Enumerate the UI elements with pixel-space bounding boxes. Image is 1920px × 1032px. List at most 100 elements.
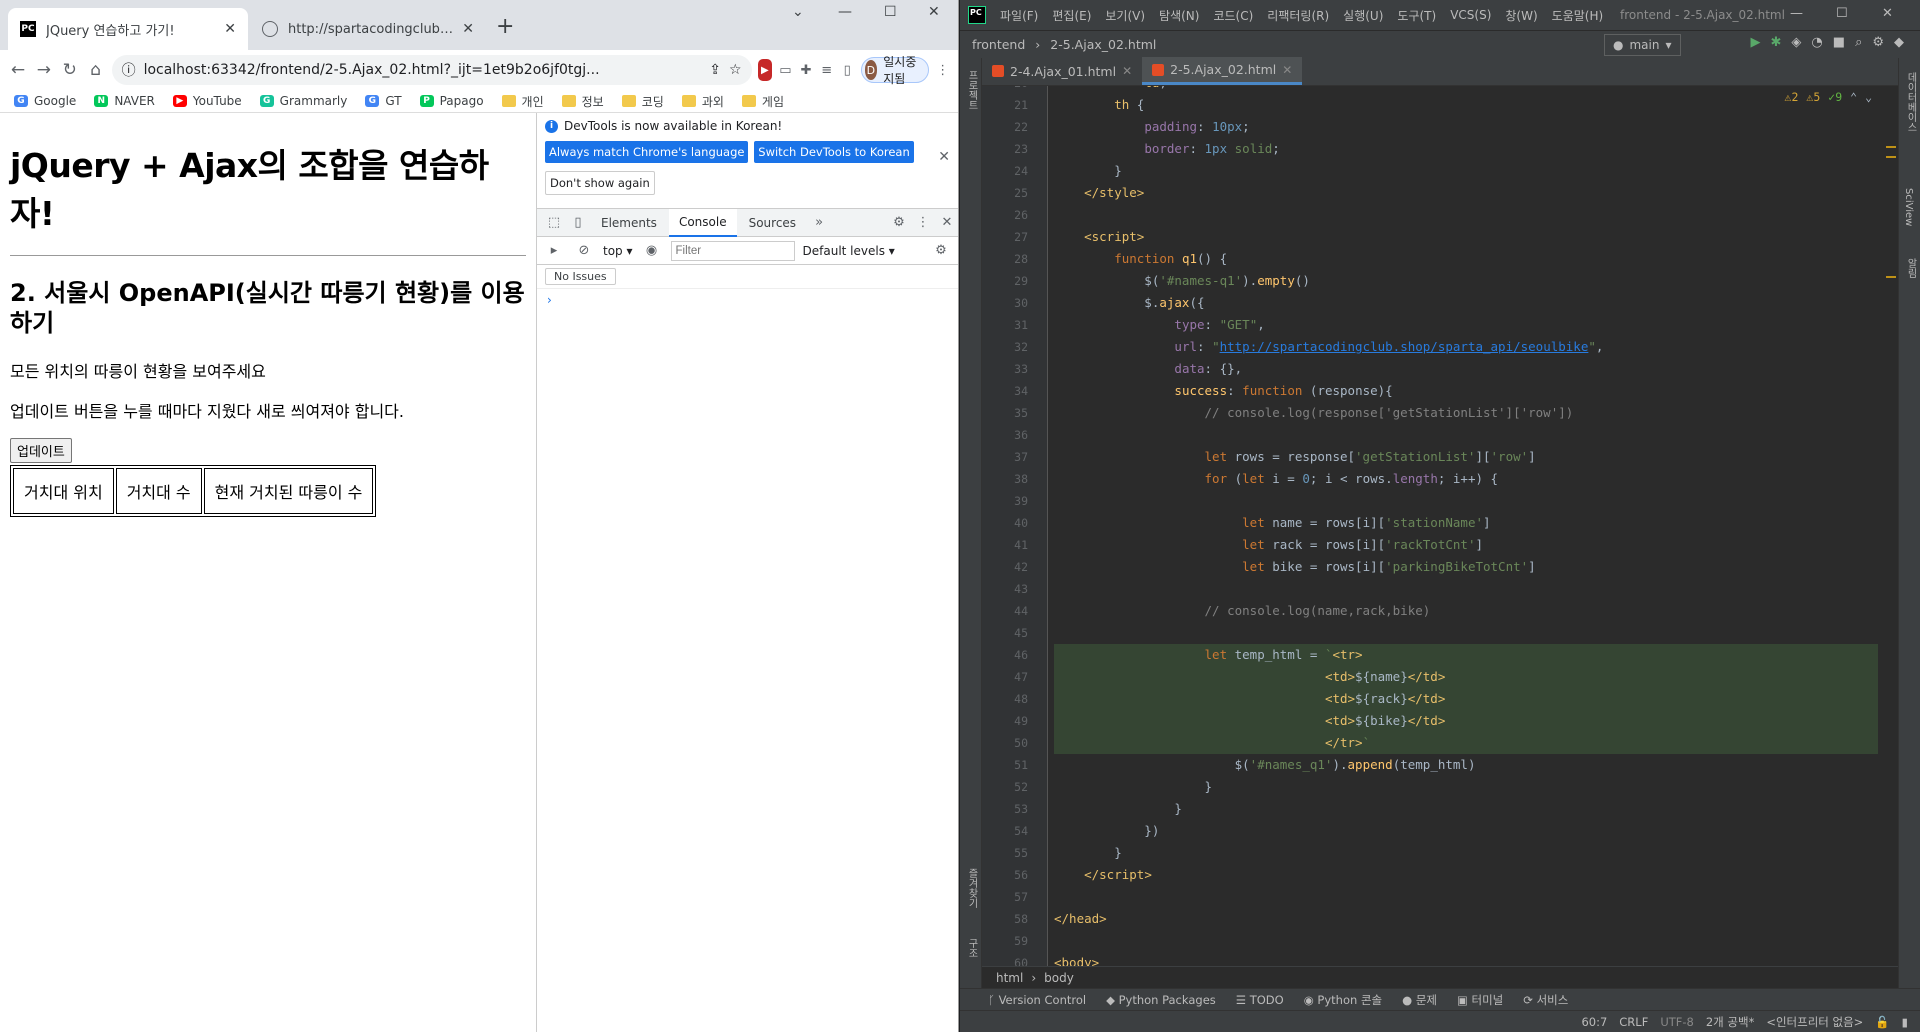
bookmark-item[interactable]: N NAVER <box>94 94 155 108</box>
profile-run-icon[interactable]: ◔ <box>1811 35 1822 50</box>
issues-button[interactable]: No Issues <box>545 268 616 285</box>
coverage-icon[interactable]: ◈ <box>1791 35 1801 50</box>
database-tool-label[interactable]: 데이터베이스 <box>1903 72 1918 132</box>
settings-gear-icon[interactable]: ⚙ <box>1872 35 1884 50</box>
console-filter-input[interactable] <box>670 240 795 261</box>
reading-list-icon[interactable]: ≡ <box>819 59 834 81</box>
interpreter-status[interactable]: <인터프리터 없음> <box>1766 1014 1863 1030</box>
menu-item[interactable]: 편집(E) <box>1052 7 1091 24</box>
tool-window-button[interactable]: ◆ Python Packages <box>1106 993 1216 1007</box>
tool-window-button[interactable]: ⟳ 서비스 <box>1523 992 1568 1008</box>
site-info-icon[interactable]: ⓘ <box>122 60 136 80</box>
notifications-tool-label[interactable]: 알림 <box>1903 258 1918 278</box>
menu-item[interactable]: 파일(F) <box>1000 7 1038 24</box>
indent-setting[interactable]: 2개 공백* <box>1706 1014 1754 1030</box>
tab-jquery-practice[interactable]: PC JQuery 연습하고 가기! ✕ <box>8 8 248 50</box>
menu-item[interactable]: 탐색(N) <box>1159 7 1199 24</box>
menu-item[interactable]: 도구(T) <box>1397 7 1436 24</box>
context-select[interactable]: top ▾ <box>603 244 633 258</box>
editor-tab-ajax01[interactable]: 2-4.Ajax_01.html ✕ <box>982 57 1142 85</box>
side-panel-icon[interactable]: ▯ <box>840 59 855 81</box>
bookmark-item[interactable]: 코딩 <box>621 93 664 110</box>
new-tab-button[interactable]: + <box>496 14 514 39</box>
nav-file[interactable]: 2-5.Ajax_02.html <box>1050 37 1156 52</box>
more-tabs-icon[interactable]: » <box>808 212 830 234</box>
tool-window-button[interactable]: ▣ 터미널 <box>1457 992 1503 1008</box>
match-language-button[interactable]: Always match Chrome's language <box>545 141 749 163</box>
menu-kebab-icon[interactable]: ⋮ <box>935 59 950 81</box>
close-tab-icon[interactable]: ✕ <box>1122 64 1132 78</box>
menu-item[interactable]: 실행(U) <box>1343 7 1383 24</box>
minimize-button[interactable]: — <box>838 4 852 20</box>
editor-tab-ajax02[interactable]: 2-5.Ajax_02.html ✕ <box>1142 57 1303 85</box>
profile-button[interactable]: D 일시중지됨 <box>860 55 930 86</box>
bookmark-item[interactable]: 게임 <box>741 93 784 110</box>
clear-console-icon[interactable]: ⊘ <box>573 240 595 262</box>
tab-elements[interactable]: Elements <box>591 209 667 237</box>
live-expression-eye-icon[interactable]: ◉ <box>641 240 663 262</box>
editor-scrollbar[interactable] <box>1886 86 1896 966</box>
close-window-button[interactable]: ✕ <box>928 4 940 20</box>
caret-position[interactable]: 60:7 <box>1581 1015 1607 1029</box>
menu-item[interactable]: 보기(V) <box>1105 7 1145 24</box>
dont-show-again-button[interactable]: Don't show again <box>545 171 655 195</box>
reload-icon[interactable]: ↻ <box>60 55 80 85</box>
forward-arrow-icon[interactable]: → <box>34 55 54 85</box>
project-tool-label[interactable]: 프로젝트 <box>964 70 979 110</box>
console-prompt[interactable]: › <box>537 289 958 311</box>
inspect-element-icon[interactable]: ⬚ <box>543 212 565 234</box>
favorites-tool-label[interactable]: 즐겨찾기 <box>964 868 979 908</box>
run-config-select[interactable]: ● main ▾ <box>1604 34 1681 56</box>
device-toolbar-icon[interactable]: ▯ <box>567 212 589 234</box>
menu-item[interactable]: 창(W) <box>1505 7 1537 24</box>
menu-item[interactable]: 도움말(H) <box>1552 7 1604 24</box>
bookmark-item[interactable]: P Papago <box>419 94 484 108</box>
maximize-button[interactable]: ☐ <box>884 4 897 20</box>
bookmark-item[interactable]: 과외 <box>681 93 724 110</box>
sidebar-toggle-icon[interactable]: ▸ <box>543 240 565 262</box>
tool-window-button[interactable]: ☰ TODO <box>1236 993 1284 1007</box>
stop-icon[interactable]: ■ <box>1833 35 1845 50</box>
cast-icon[interactable]: ▭ <box>778 59 793 81</box>
bookmark-item[interactable]: G Grammarly <box>259 94 347 108</box>
close-tab-icon[interactable]: ✕ <box>224 21 236 37</box>
nav-project[interactable]: frontend <box>972 37 1025 52</box>
debug-icon[interactable]: ✱ <box>1771 35 1782 50</box>
home-icon[interactable]: ⌂ <box>86 55 106 85</box>
tool-window-button[interactable]: ● 문제 <box>1402 992 1437 1008</box>
bookmark-item[interactable]: G GT <box>365 94 402 108</box>
structure-tool-label[interactable]: 구조 <box>964 938 979 958</box>
memory-indicator-icon[interactable]: ▮ <box>1902 1015 1908 1029</box>
menu-item[interactable]: 코드(C) <box>1213 7 1253 24</box>
close-window-button[interactable]: ✕ <box>1882 6 1893 21</box>
maximize-button[interactable]: ☐ <box>1836 6 1848 21</box>
tab-sources[interactable]: Sources <box>739 209 806 237</box>
tool-window-button[interactable]: ᚴ Version Control <box>988 993 1086 1007</box>
menu-item[interactable]: 리팩터링(R) <box>1267 7 1329 24</box>
log-levels-select[interactable]: Default levels ▾ <box>803 244 895 258</box>
console-settings-gear-icon[interactable]: ⚙ <box>930 240 952 262</box>
back-arrow-icon[interactable]: ← <box>8 55 28 85</box>
minimize-button[interactable]: — <box>1790 6 1803 21</box>
close-tab-icon[interactable]: ✕ <box>462 21 474 37</box>
close-devtools-icon[interactable]: ✕ <box>936 212 958 234</box>
lock-icon[interactable]: 🔓 <box>1875 1015 1889 1029</box>
share-icon[interactable]: ⇪ <box>709 62 721 78</box>
run-icon[interactable]: ▶ <box>1751 35 1761 50</box>
bookmark-item[interactable]: G Google <box>14 94 76 108</box>
extension-red-icon[interactable]: ▶ <box>757 59 773 81</box>
bookmark-item[interactable]: ▶ YouTube <box>172 94 242 108</box>
tab-sparta-api[interactable]: http://spartacodingclub.shop/sp ✕ <box>250 8 486 50</box>
extensions-puzzle-icon[interactable]: ✚ <box>799 59 814 81</box>
bookmark-star-icon[interactable]: ☆ <box>729 62 742 78</box>
update-button[interactable]: 업데이트 <box>10 438 72 463</box>
file-encoding[interactable]: UTF-8 <box>1660 1015 1694 1029</box>
more-options-icon[interactable]: ⋮ <box>912 212 934 234</box>
menu-item[interactable]: VCS(S) <box>1450 8 1491 22</box>
bookmark-item[interactable]: 정보 <box>561 93 604 110</box>
code-editor[interactable]: ⚠2 ⚠5 ✓9 ⌃ ⌄ 20 td, 21 th { 22 padding: … <box>982 86 1898 966</box>
settings-gear-icon[interactable]: ⚙ <box>888 212 910 234</box>
sciview-tool-label[interactable]: SciView <box>1903 188 1914 226</box>
search-icon[interactable]: ⌕ <box>1855 35 1862 50</box>
breadcrumb-body[interactable]: body <box>1044 971 1074 985</box>
